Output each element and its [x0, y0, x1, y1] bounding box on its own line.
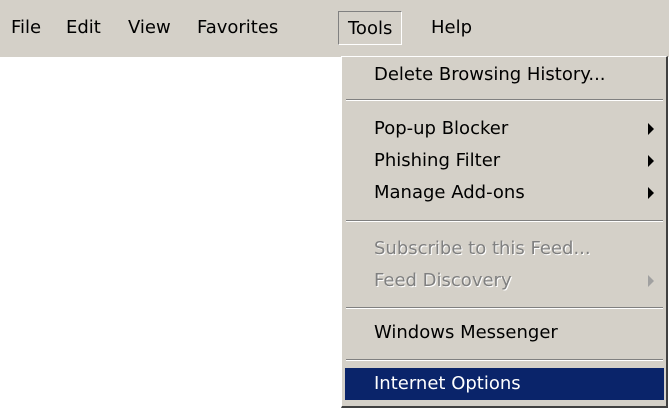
menu-item-label: Pop-up Blocker	[374, 118, 509, 139]
menu-file[interactable]: File	[11, 11, 41, 45]
submenu-arrow-icon	[648, 155, 654, 167]
submenu-arrow-icon	[648, 123, 654, 135]
menu-separator	[346, 99, 663, 101]
menu-item-delete-browsing-history[interactable]: Delete Browsing History...	[345, 59, 664, 91]
menu-tools[interactable]: Tools	[338, 11, 403, 45]
menu-item-label: Manage Add-ons	[374, 182, 525, 203]
menu-edit[interactable]: Edit	[66, 11, 101, 45]
menu-bar: File Edit View Favorites Tools Help	[0, 0, 669, 57]
submenu-arrow-icon	[648, 275, 654, 287]
menu-favorites[interactable]: Favorites	[197, 11, 278, 45]
menu-view[interactable]: View	[128, 11, 171, 45]
menu-item-label: Phishing Filter	[374, 150, 501, 171]
menu-separator	[346, 359, 663, 361]
menu-item-label: Windows Messenger	[374, 322, 558, 343]
menu-item-subscribe-to-feed: Subscribe to this Feed...	[345, 233, 664, 265]
browser-window: File Edit View Favorites Tools Help Dele…	[0, 0, 669, 408]
menu-item-label: Subscribe to this Feed...	[374, 238, 591, 259]
menu-item-manage-add-ons[interactable]: Manage Add-ons	[345, 177, 664, 209]
menu-separator	[346, 220, 663, 222]
tools-dropdown-menu: Delete Browsing History... Pop-up Blocke…	[341, 56, 668, 408]
menu-separator	[346, 307, 663, 309]
menu-item-popup-blocker[interactable]: Pop-up Blocker	[345, 113, 664, 145]
menu-help[interactable]: Help	[431, 11, 472, 45]
submenu-arrow-icon	[648, 187, 654, 199]
menu-item-feed-discovery: Feed Discovery	[345, 265, 664, 297]
menu-item-label: Internet Options	[374, 373, 521, 394]
menu-item-label: Feed Discovery	[374, 270, 512, 291]
menu-item-label: Delete Browsing History...	[374, 64, 606, 85]
menu-item-windows-messenger[interactable]: Windows Messenger	[345, 317, 664, 349]
menu-item-phishing-filter[interactable]: Phishing Filter	[345, 145, 664, 177]
menu-item-internet-options[interactable]: Internet Options	[345, 368, 664, 400]
